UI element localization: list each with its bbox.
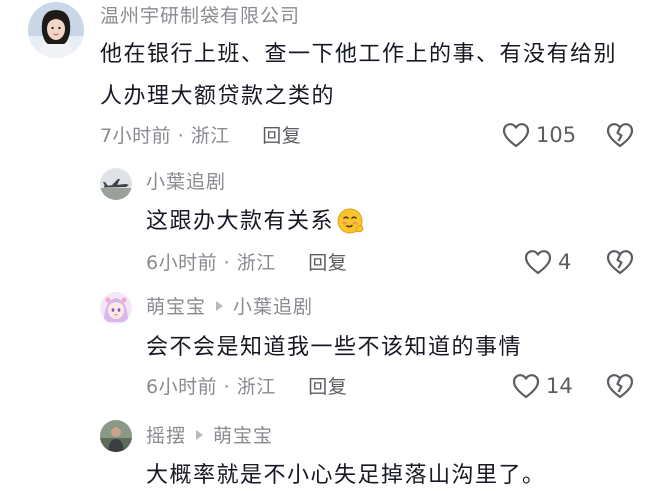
comment-content-line: 人办理大额贷款之类的 (100, 84, 336, 109)
reply-to-user[interactable]: 小葉追剧 (233, 295, 313, 319)
dislike-button[interactable] (606, 373, 634, 399)
broken-heart-icon (606, 250, 634, 275)
heart-icon (512, 374, 540, 399)
avatar[interactable] (100, 168, 132, 200)
reply-author[interactable]: 摇摆 (146, 425, 186, 447)
reply-button[interactable]: 回复 (308, 252, 347, 274)
woman-portrait-avatar-icon (28, 2, 84, 58)
reply-meta: 6小时前 · 浙江 回复 (146, 375, 347, 399)
like-button[interactable]: 105 (502, 122, 576, 148)
time-location: 7小时前 · 浙江 (100, 125, 230, 147)
dislike-button[interactable] (606, 249, 634, 275)
time-location: 6小时前 · 浙江 (146, 252, 276, 274)
avatar[interactable] (28, 2, 84, 58)
reply-meta: 6小时前 · 浙江 回复 (146, 251, 347, 275)
reply-arrow-icon (216, 300, 224, 311)
heart-icon (524, 250, 552, 275)
reply-arrow-icon (196, 429, 204, 440)
dislike-button[interactable] (606, 122, 634, 148)
person-photo-avatar-icon (100, 420, 132, 452)
like-count: 105 (536, 123, 577, 147)
comment-content: 他在银行上班、查一下他工作上的事、有没有给别 人办理大额贷款之类的 (100, 36, 640, 116)
heart-icon (502, 123, 530, 148)
anime-girl-avatar-icon (100, 292, 132, 324)
reply-content: 大概率就是不小心失足掉落山沟里了。 (146, 463, 546, 488)
avatar[interactable] (100, 292, 132, 324)
reply-username[interactable]: 小葉追剧 (146, 170, 226, 194)
like-count: 4 (558, 250, 572, 274)
broken-heart-icon (606, 123, 634, 148)
like-button[interactable]: 14 (512, 373, 573, 399)
broken-heart-icon (606, 374, 634, 399)
time-location: 6小时前 · 浙江 (146, 376, 276, 398)
reply-content: 这跟办大款有关系 (146, 203, 366, 241)
like-button[interactable]: 4 (524, 249, 571, 275)
reply-username: 摇摆 萌宝宝 (146, 424, 273, 448)
avatar[interactable] (100, 420, 132, 452)
reply-button[interactable]: 回复 (308, 376, 347, 398)
smirking-face-emoji-icon (336, 205, 366, 235)
reply-username: 萌宝宝 小葉追剧 (146, 295, 313, 319)
comment-meta: 7小时前 · 浙江 回复 (100, 124, 301, 148)
reply-author[interactable]: 萌宝宝 (146, 296, 206, 318)
like-count: 14 (546, 374, 573, 398)
comment-content-line: 他在银行上班、查一下他工作上的事、有没有给别 (100, 42, 618, 67)
reply-to-user[interactable]: 萌宝宝 (213, 424, 273, 448)
comment-username[interactable]: 温州宇研制袋有限公司 (100, 4, 300, 28)
airplane-avatar-icon (100, 168, 132, 200)
reply-content: 会不会是知道我一些不该知道的事情 (146, 335, 523, 360)
reply-content-text: 这跟办大款有关系 (146, 209, 335, 234)
reply-button[interactable]: 回复 (262, 125, 301, 147)
